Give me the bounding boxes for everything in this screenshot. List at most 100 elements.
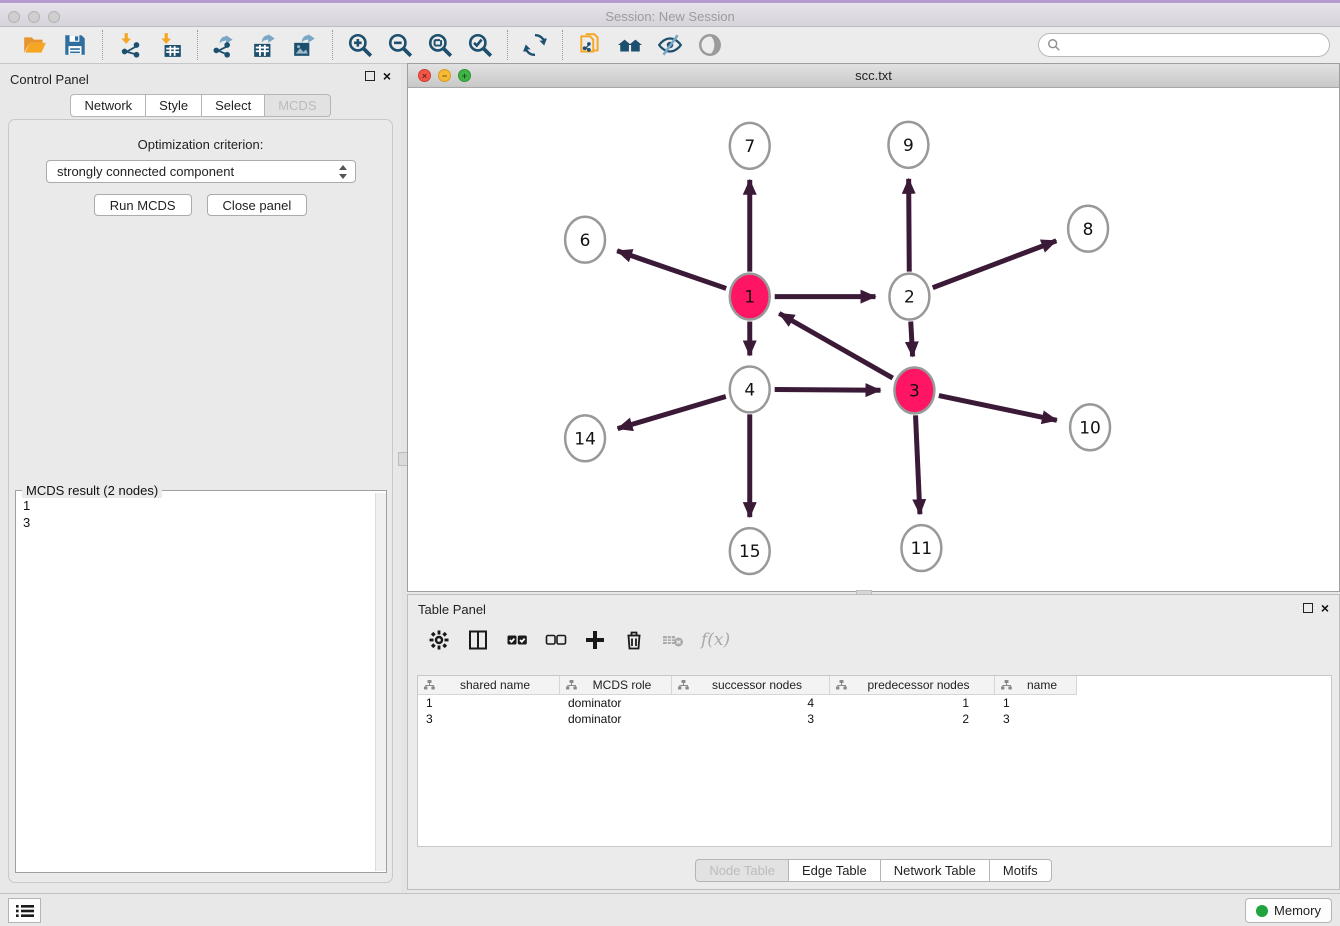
graph-node-3[interactable]: 3 bbox=[894, 367, 934, 413]
show-graphics-icon[interactable] bbox=[697, 32, 723, 58]
run-mcds-button[interactable]: Run MCDS bbox=[94, 194, 192, 216]
network-canvas[interactable]: 7 9 6 8 1 2 4 3 14 10 15 11 bbox=[408, 88, 1339, 591]
tab-mcds[interactable]: MCDS bbox=[265, 94, 330, 117]
export-network-icon[interactable] bbox=[212, 32, 238, 58]
table-cell[interactable]: 1 bbox=[995, 695, 1077, 711]
graph-node-10[interactable]: 10 bbox=[1070, 404, 1110, 450]
dropdown-stepper-icon bbox=[337, 164, 349, 180]
optimization-criterion-value: strongly connected component bbox=[57, 164, 234, 179]
zoom-in-icon[interactable] bbox=[347, 32, 373, 58]
graph-node-15[interactable]: 15 bbox=[730, 528, 770, 574]
tab-edge-table[interactable]: Edge Table bbox=[789, 859, 881, 882]
graph-edge-3-11[interactable] bbox=[916, 415, 920, 514]
close-panel-icon[interactable]: × bbox=[383, 71, 391, 81]
search-icon bbox=[1047, 38, 1061, 52]
export-image-icon[interactable] bbox=[292, 32, 318, 58]
tab-node-table[interactable]: Node Table bbox=[695, 859, 789, 882]
column-header-MCDS-role[interactable]: MCDS role bbox=[560, 676, 672, 695]
zoom-fit-icon[interactable] bbox=[427, 32, 453, 58]
table-cell[interactable]: 3 bbox=[672, 711, 830, 727]
main-toolbar bbox=[0, 27, 1340, 64]
table-cell[interactable]: 4 bbox=[672, 695, 830, 711]
graph-node-14[interactable]: 14 bbox=[565, 415, 605, 461]
delete-column-icon[interactable] bbox=[623, 629, 645, 651]
float-panel-icon[interactable] bbox=[365, 71, 375, 81]
graph-node-8[interactable]: 8 bbox=[1068, 206, 1108, 252]
status-bar: Memory bbox=[0, 893, 1340, 926]
close-table-panel-icon[interactable]: × bbox=[1321, 603, 1329, 613]
save-session-icon[interactable] bbox=[62, 32, 88, 58]
graph-edge-2-3[interactable] bbox=[911, 322, 913, 357]
deselect-all-icon[interactable] bbox=[545, 629, 567, 651]
column-header-shared-name[interactable]: shared name bbox=[418, 676, 560, 695]
table-cell[interactable]: dominator bbox=[560, 695, 672, 711]
graph-edge-3-10[interactable] bbox=[939, 396, 1057, 421]
search-field[interactable] bbox=[1038, 33, 1330, 57]
graph-node-2[interactable]: 2 bbox=[889, 274, 929, 320]
memory-button[interactable]: Memory bbox=[1245, 898, 1332, 923]
tab-style[interactable]: Style bbox=[146, 94, 202, 117]
titlebar: Session: New Session bbox=[0, 0, 1340, 27]
optimization-criterion-select[interactable]: strongly connected component bbox=[46, 160, 356, 183]
import-network-icon[interactable] bbox=[117, 32, 143, 58]
column-visibility-icon[interactable] bbox=[467, 629, 489, 651]
graph-edge-4-14[interactable] bbox=[618, 397, 726, 429]
add-column-icon[interactable] bbox=[584, 629, 606, 651]
column-header-predecessor-nodes[interactable]: predecessor nodes bbox=[830, 676, 995, 695]
table-panel-title: Table Panel bbox=[418, 602, 486, 617]
export-table-icon[interactable] bbox=[252, 32, 278, 58]
close-panel-button[interactable]: Close panel bbox=[207, 194, 308, 216]
result-scrollbar[interactable] bbox=[375, 493, 386, 871]
import-table-icon[interactable] bbox=[157, 32, 183, 58]
svg-text:4: 4 bbox=[744, 380, 755, 400]
graph-edge-1-6[interactable] bbox=[617, 251, 726, 289]
column-header-successor-nodes[interactable]: successor nodes bbox=[672, 676, 830, 695]
float-table-panel-icon[interactable] bbox=[1303, 603, 1313, 613]
tab-network[interactable]: Network bbox=[70, 94, 146, 117]
task-history-button[interactable] bbox=[8, 898, 41, 923]
column-header-name[interactable]: name bbox=[995, 676, 1077, 695]
table-cell[interactable]: 3 bbox=[418, 711, 560, 727]
graph-node-1[interactable]: 1 bbox=[730, 274, 770, 320]
open-session-icon[interactable] bbox=[22, 32, 48, 58]
graph-edge-4-3[interactable] bbox=[775, 390, 881, 391]
zoom-out-icon[interactable] bbox=[387, 32, 413, 58]
mcds-result-item[interactable]: 3 bbox=[23, 514, 374, 531]
mcds-result-item[interactable]: 1 bbox=[23, 497, 374, 514]
first-neighbors-icon[interactable] bbox=[617, 32, 643, 58]
table-cell[interactable]: 1 bbox=[418, 695, 560, 711]
zoom-selected-icon[interactable] bbox=[467, 32, 493, 58]
column-header-label: predecessor nodes bbox=[853, 678, 994, 692]
duplicate-network-icon[interactable] bbox=[577, 32, 603, 58]
graph-node-7[interactable]: 7 bbox=[730, 123, 770, 169]
memory-label: Memory bbox=[1274, 903, 1321, 918]
sort-hierarchy-icon bbox=[566, 680, 577, 690]
graph-node-4[interactable]: 4 bbox=[730, 366, 770, 412]
svg-text:7: 7 bbox=[744, 136, 755, 156]
table-cell[interactable]: 3 bbox=[995, 711, 1077, 727]
table-row[interactable]: 1dominator411 bbox=[418, 695, 1331, 711]
graph-node-9[interactable]: 9 bbox=[888, 122, 928, 168]
network-window-title: scc.txt bbox=[408, 68, 1339, 83]
network-window-titlebar[interactable]: × − + scc.txt bbox=[408, 64, 1339, 88]
graph-node-6[interactable]: 6 bbox=[565, 217, 605, 263]
graph-edge-3-1[interactable] bbox=[779, 313, 893, 378]
table-cell[interactable]: 1 bbox=[830, 695, 995, 711]
hide-style-icon[interactable] bbox=[657, 32, 683, 58]
refresh-icon[interactable] bbox=[522, 32, 548, 58]
table-settings-icon[interactable] bbox=[428, 629, 450, 651]
delete-table-icon[interactable] bbox=[662, 629, 684, 651]
graph-node-11[interactable]: 11 bbox=[901, 525, 941, 571]
graph-edge-2-9[interactable] bbox=[909, 179, 910, 272]
tab-select[interactable]: Select bbox=[202, 94, 265, 117]
graph-edge-2-8[interactable] bbox=[933, 241, 1057, 288]
list-icon bbox=[16, 904, 34, 918]
tab-motifs[interactable]: Motifs bbox=[990, 859, 1052, 882]
table-row[interactable]: 3dominator323 bbox=[418, 711, 1331, 727]
mcds-result-list[interactable]: 13 bbox=[16, 493, 374, 872]
table-cell[interactable]: 2 bbox=[830, 711, 995, 727]
search-input[interactable] bbox=[1065, 38, 1329, 52]
table-cell[interactable]: dominator bbox=[560, 711, 672, 727]
select-all-icon[interactable] bbox=[506, 629, 528, 651]
tab-network-table[interactable]: Network Table bbox=[881, 859, 990, 882]
